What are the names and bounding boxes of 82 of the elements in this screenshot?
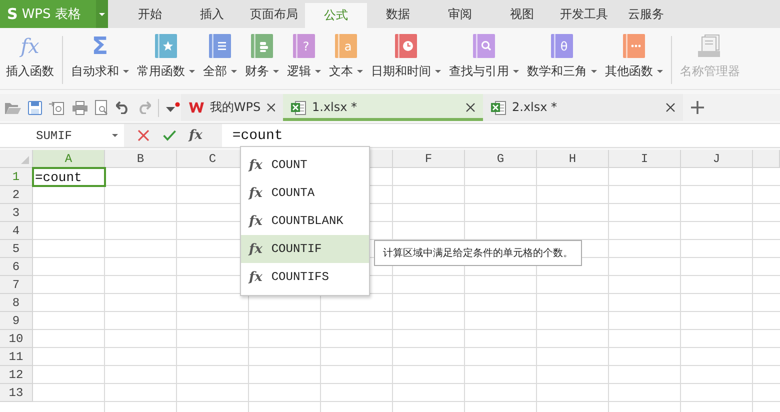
column-header[interactable]: B [105, 150, 177, 168]
new-tab-icon[interactable] [691, 101, 704, 114]
menu-tab[interactable]: 公式 [305, 3, 367, 28]
row-header[interactable]: 8 [0, 294, 33, 312]
tooltip: 计算区域中满足给定条件的单元格的个数。 [374, 240, 582, 266]
row-header[interactable]: 11 [0, 348, 33, 366]
row-header[interactable]: 12 [0, 366, 33, 384]
document-arrow-icon[interactable] [49, 100, 65, 115]
function-icon: fx [249, 214, 262, 228]
redo-icon[interactable] [137, 101, 151, 114]
row-header[interactable]: 5 [0, 240, 33, 258]
formula-input[interactable]: =count [222, 124, 780, 147]
book-icon: θ [551, 34, 573, 58]
menu-tab[interactable]: 视图 [491, 0, 553, 28]
row-header[interactable]: 7 [0, 276, 33, 294]
menu-tab[interactable]: 开始 [119, 0, 181, 28]
function-icon: fx [249, 186, 262, 200]
menu-tab[interactable]: 页面布局 [243, 0, 305, 28]
column-header[interactable]: F [393, 150, 465, 168]
ribbon-button[interactable]: a 文本 [325, 32, 367, 82]
row-header[interactable]: 2 [0, 186, 33, 204]
ribbon-button[interactable]: θ 数学和三角 [523, 32, 601, 82]
function-icon: fx [249, 158, 262, 172]
document-tab[interactable]: 2.xlsx * [483, 94, 683, 121]
column-header[interactable]: G [465, 150, 537, 168]
ribbon-button[interactable]: 其他函数 [601, 32, 667, 82]
function-option[interactable]: fx COUNTA [241, 179, 369, 207]
cancel-icon[interactable] [138, 130, 149, 141]
w-logo-icon [189, 100, 204, 114]
function-icon: fx [20, 34, 40, 58]
function-option[interactable]: fx COUNTBLANK [241, 207, 369, 235]
document-tab[interactable]: 我的WPS [181, 94, 283, 121]
close-icon[interactable] [266, 102, 275, 112]
print-icon[interactable] [72, 100, 88, 114]
ribbon-button[interactable]: 财务 [241, 32, 283, 82]
menu-tab[interactable]: 开发工具 [553, 0, 615, 28]
row-header[interactable]: 6 [0, 258, 33, 276]
row-header[interactable]: 1 [0, 168, 33, 186]
insert-function-icon[interactable]: fx [189, 128, 202, 143]
name-box[interactable]: SUMIF [0, 124, 124, 147]
name-manager-icon [697, 34, 723, 58]
spreadsheet-file-icon [291, 100, 306, 114]
undo-icon[interactable] [116, 101, 130, 114]
function-option[interactable]: fx COUNTIFS [241, 263, 369, 291]
ribbon-button[interactable]: 查找与引用 [445, 32, 523, 82]
ribbon-button[interactable]: 日期和时间 [367, 32, 445, 82]
menu-tab[interactable]: 插入 [181, 0, 243, 28]
column-header[interactable]: J [681, 150, 753, 168]
customize-dropdown-icon[interactable] [166, 102, 180, 114]
function-icon: fx [249, 270, 262, 284]
dropdown-button[interactable] [96, 0, 108, 28]
app-name: WPS 表格 [22, 6, 82, 23]
document-tab[interactable]: 1.xlsx * [283, 94, 483, 121]
close-icon[interactable] [466, 102, 475, 112]
menu-tab[interactable]: 云服务 [615, 0, 677, 28]
column-header[interactable]: H [537, 150, 609, 168]
function-option[interactable]: fx COUNTIF [241, 235, 369, 263]
row-header[interactable]: 9 [0, 312, 33, 330]
open-folder-icon[interactable] [5, 100, 21, 114]
ribbon-button[interactable]: Σ 自动求和 [67, 32, 133, 82]
menu-tab[interactable]: 审阅 [429, 0, 491, 28]
close-icon[interactable] [666, 102, 675, 112]
logo-icon: S [0, 5, 22, 23]
row-header[interactable]: 4 [0, 222, 33, 240]
check-icon[interactable] [163, 130, 176, 141]
spreadsheet-file-icon [491, 100, 506, 114]
ribbon-button[interactable]: 全部 [199, 32, 241, 82]
book-icon: a [335, 34, 357, 58]
table-cell: =count [33, 168, 105, 186]
ribbon-button[interactable]: fx 插入函数 [2, 32, 58, 82]
row-header[interactable]: 10 [0, 330, 33, 348]
ribbon-button[interactable]: 常用函数 [133, 32, 199, 82]
row-header[interactable]: 3 [0, 204, 33, 222]
function-icon: Σ [92, 34, 108, 58]
book-icon: ? [293, 34, 315, 58]
save-icon[interactable] [28, 100, 42, 114]
print-preview-icon[interactable] [95, 100, 109, 115]
menu-tab[interactable]: 数据 [367, 0, 429, 28]
function-icon: fx [249, 242, 262, 256]
row-header[interactable]: 13 [0, 384, 33, 402]
column-header[interactable]: I [609, 150, 681, 168]
ribbon-button[interactable]: ? 逻辑 [283, 32, 325, 82]
